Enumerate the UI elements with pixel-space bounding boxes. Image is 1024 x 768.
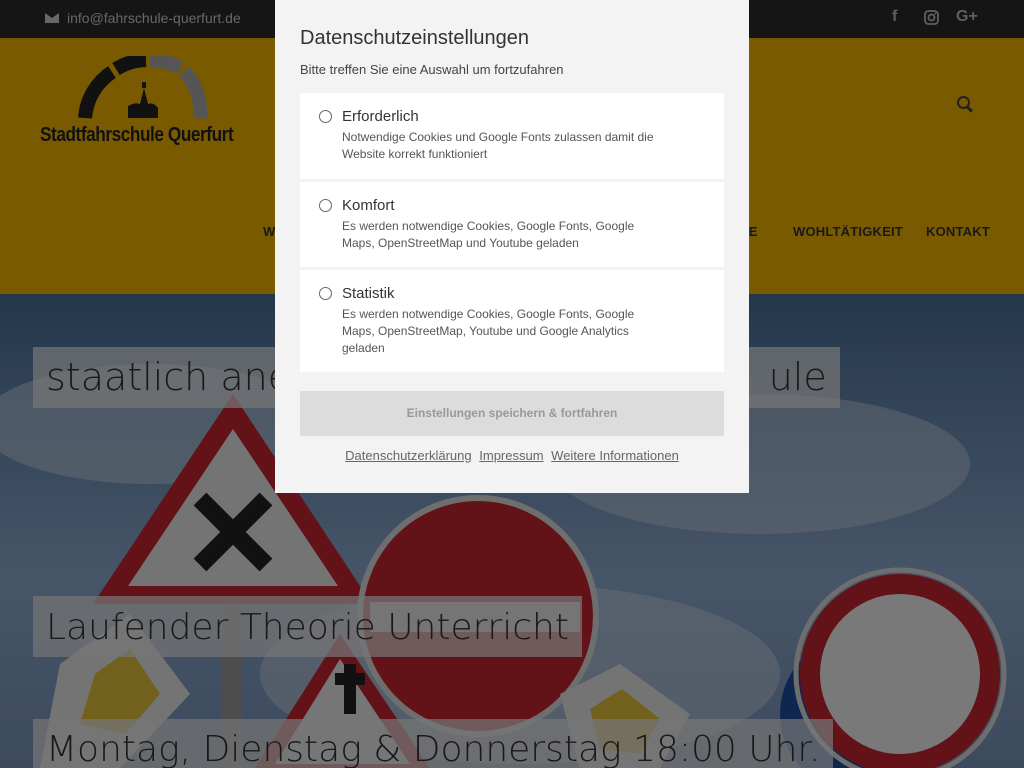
radio-erforderlich[interactable] [319, 110, 332, 123]
dialog-links: Datenschutzerklärung Impressum Weitere I… [275, 448, 749, 463]
radio-komfort[interactable] [319, 199, 332, 212]
radio-statistik[interactable] [319, 287, 332, 300]
option-description: Es werden notwendige Cookies, Google Fon… [342, 307, 635, 355]
dialog-subtitle: Bitte treffen Sie eine Auswahl um fortzu… [300, 62, 564, 77]
option-label: Komfort [342, 197, 395, 214]
privacy-policy-link[interactable]: Datenschutzerklärung [345, 448, 471, 463]
page: info@fahrschule-querfurt.de f G+ Stadtfa… [0, 0, 1024, 768]
privacy-settings-dialog: Datenschutzeinstellungen Bitte treffen S… [275, 0, 749, 493]
dialog-title: Datenschutzeinstellungen [300, 27, 530, 49]
option-description: Notwendige Cookies und Google Fonts zula… [342, 130, 654, 161]
option-label: Erforderlich [342, 108, 419, 125]
imprint-link[interactable]: Impressum [479, 448, 543, 463]
save-settings-button[interactable]: Einstellungen speichern & fortfahren [300, 391, 724, 436]
option-komfort[interactable]: Komfort Es werden notwendige Cookies, Go… [300, 182, 724, 267]
more-info-link[interactable]: Weitere Informationen [551, 448, 679, 463]
option-description: Es werden notwendige Cookies, Google Fon… [342, 219, 635, 250]
option-erforderlich[interactable]: Erforderlich Notwendige Cookies und Goog… [300, 93, 724, 179]
option-label: Statistik [342, 285, 395, 302]
option-statistik[interactable]: Statistik Es werden notwendige Cookies, … [300, 270, 724, 372]
